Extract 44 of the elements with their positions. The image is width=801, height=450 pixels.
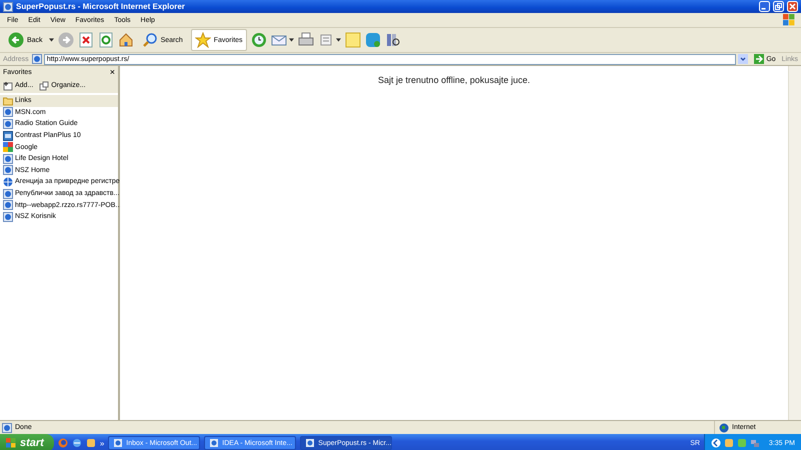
scrollbar[interactable] [788,66,801,420]
restore-button[interactable] [773,1,784,12]
window-icon [305,438,316,448]
caret-icon[interactable] [48,38,54,42]
refresh-button[interactable] [98,32,114,48]
window-icon [113,438,124,448]
globe-icon [3,176,13,187]
page-icon [3,200,13,210]
close-button[interactable] [787,1,798,12]
folder-icon [3,96,13,106]
home-icon[interactable] [118,32,134,48]
printer-icon[interactable] [298,32,314,48]
close-pane-button[interactable]: × [110,68,115,76]
flag-logo-icon [6,438,16,448]
window-title: SuperPopust.rs - Microsoft Internet Explorer [16,2,186,11]
flag-logo-icon [783,14,795,26]
page-icon [3,107,13,118]
star-icon [194,32,211,48]
page-icon [3,165,13,176]
more-button[interactable]: » [100,438,104,448]
page-icon [3,118,13,129]
page-icon [2,422,12,432]
pages-icon [39,80,50,90]
offline-message: Sajt je trenutno offline, pokusajte juce. [378,75,530,85]
dropdown-button[interactable] [738,54,748,64]
page-icon [3,212,13,222]
app-icon [3,130,13,141]
page-icon [32,54,42,64]
start-button[interactable]: start [0,434,54,450]
arrow-icon [754,54,764,64]
caret-icon[interactable] [288,38,294,42]
minimize-button[interactable] [759,1,770,12]
tiles-icon [3,142,13,152]
page-icon [3,188,13,199]
window-icon [209,438,220,448]
caret-icon[interactable] [336,38,341,42]
window-icon [3,2,13,12]
magnifier-icon [142,32,158,48]
add-favorite-icon [3,80,13,90]
chevron-icon[interactable] [710,438,721,448]
page-icon [3,154,13,164]
globe-icon [719,422,729,432]
history-icon[interactable] [250,32,267,48]
stop-button[interactable] [78,32,94,48]
